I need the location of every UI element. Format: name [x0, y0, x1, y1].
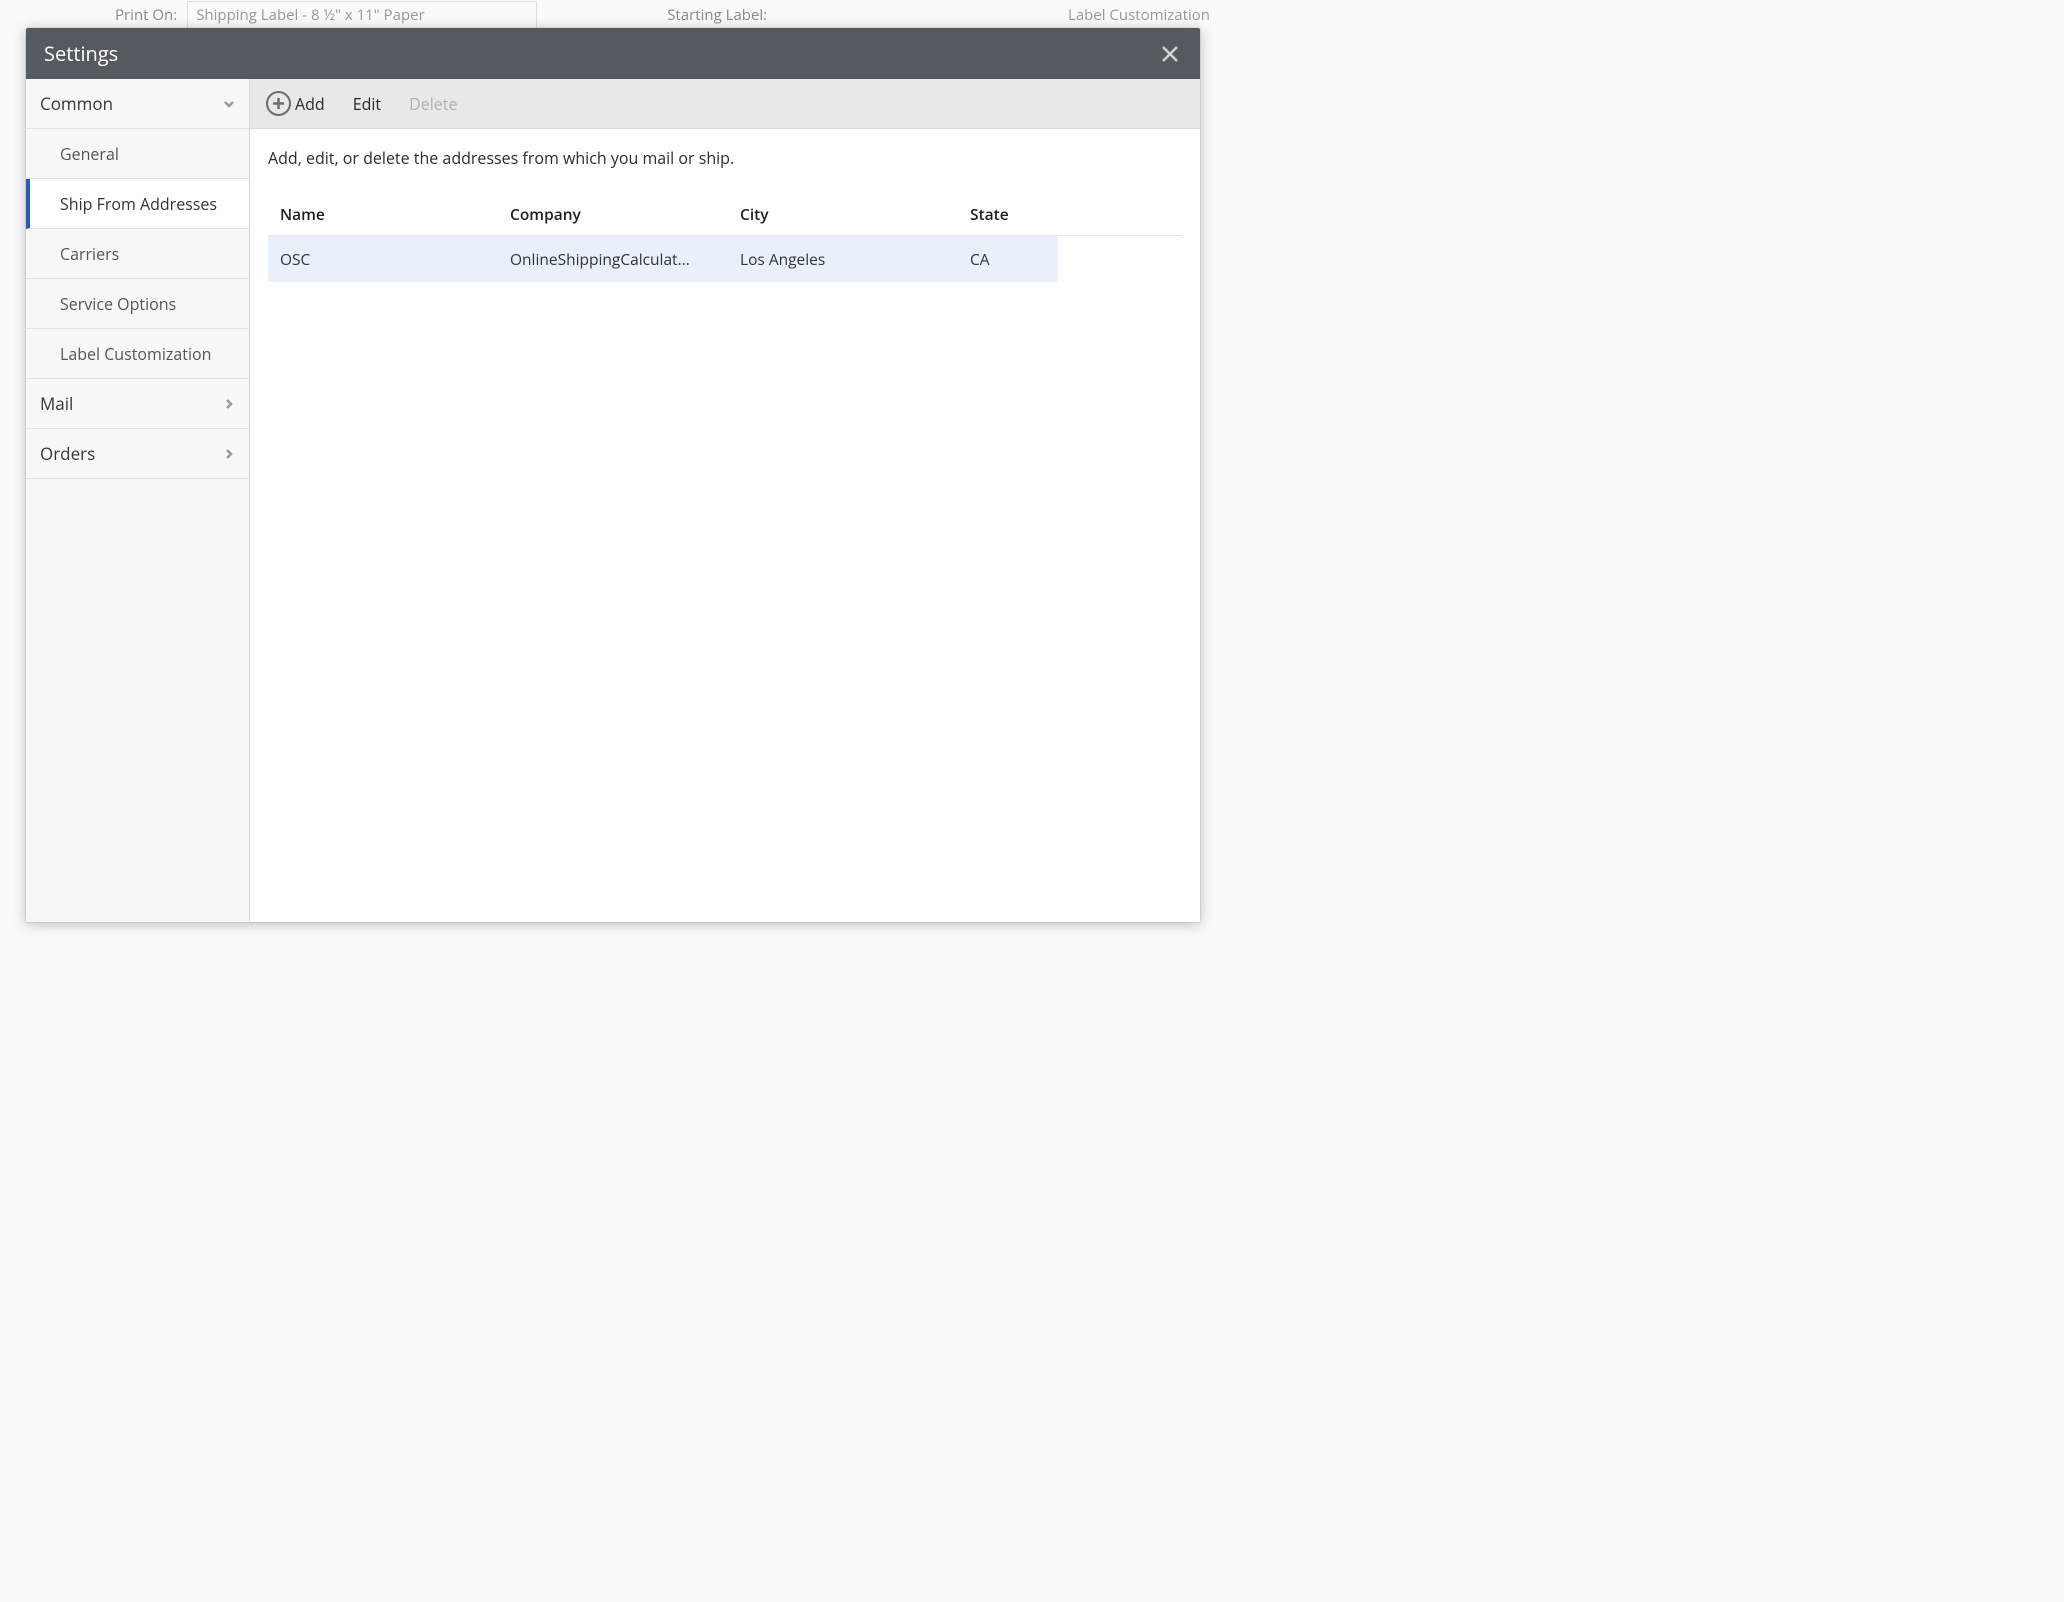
category-mail[interactable]: Mail: [26, 379, 249, 429]
sidebar-item-service-options[interactable]: Service Options: [26, 279, 249, 329]
category-label: Common: [40, 92, 113, 115]
column-header-company[interactable]: Company: [498, 203, 728, 225]
edit-button[interactable]: Edit: [353, 93, 381, 115]
sidebar-item-carriers[interactable]: Carriers: [26, 229, 249, 279]
table-body: OSC OnlineShippingCalculat... Los Angele…: [268, 236, 1058, 282]
column-header-state[interactable]: State: [958, 203, 1058, 225]
category-common[interactable]: Common: [26, 79, 249, 129]
background-page: Print On: Shipping Label - 8 ½" x 11" Pa…: [0, 0, 1220, 30]
settings-modal: Settings Common General Ship From Addres…: [26, 28, 1200, 922]
sidebar-item-label: General: [60, 143, 119, 165]
delete-button: Delete: [409, 93, 457, 115]
close-icon: [1161, 45, 1179, 63]
print-on-label: Print On:: [115, 5, 177, 25]
category-orders[interactable]: Orders: [26, 429, 249, 479]
add-button[interactable]: Add: [266, 91, 325, 116]
delete-button-label: Delete: [409, 93, 457, 115]
modal-header: Settings: [26, 28, 1200, 79]
close-button[interactable]: [1158, 42, 1182, 66]
cell-name: OSC: [268, 248, 498, 270]
sidebar-item-ship-from-addresses[interactable]: Ship From Addresses: [26, 179, 249, 229]
column-header-city[interactable]: City: [728, 203, 958, 225]
table-row[interactable]: OSC OnlineShippingCalculat... Los Angele…: [268, 236, 1058, 282]
category-label: Mail: [40, 392, 73, 415]
sidebar-item-label: Label Customization: [60, 343, 211, 365]
main-panel: Add Edit Delete Add, edit, or delete the…: [250, 79, 1200, 922]
plus-icon: [266, 91, 291, 116]
cell-company: OnlineShippingCalculat...: [498, 248, 728, 270]
sidebar-item-label: Service Options: [60, 293, 176, 315]
chevron-down-icon: [223, 98, 235, 110]
modal-body: Common General Ship From Addresses Carri…: [26, 79, 1200, 922]
category-label: Orders: [40, 442, 95, 465]
cell-state: CA: [958, 248, 1058, 270]
starting-label-label: Starting Label:: [667, 5, 767, 25]
add-button-label: Add: [295, 93, 325, 115]
chevron-right-icon: [223, 398, 235, 410]
cell-city: Los Angeles: [728, 248, 958, 270]
sidebar-item-label: Carriers: [60, 243, 119, 265]
modal-title: Settings: [44, 40, 118, 67]
content-area: Add, edit, or delete the addresses from …: [250, 129, 1200, 922]
column-header-name[interactable]: Name: [268, 203, 498, 225]
toolbar: Add Edit Delete: [250, 79, 1200, 129]
table-header: Name Company City State: [268, 193, 1182, 236]
sidebar-item-label-customization[interactable]: Label Customization: [26, 329, 249, 379]
description-text: Add, edit, or delete the addresses from …: [268, 147, 1182, 169]
sidebar-item-label: Ship From Addresses: [60, 193, 217, 215]
address-table: Name Company City State OSC OnlineShippi…: [268, 193, 1182, 282]
edit-button-label: Edit: [353, 93, 381, 115]
label-customization-link: Label Customization: [1068, 5, 1210, 25]
common-subitems: General Ship From Addresses Carriers Ser…: [26, 129, 249, 379]
sidebar-item-general[interactable]: General: [26, 129, 249, 179]
print-on-select: Shipping Label - 8 ½" x 11" Paper: [187, 1, 537, 29]
sidebar: Common General Ship From Addresses Carri…: [26, 79, 250, 922]
chevron-right-icon: [223, 448, 235, 460]
